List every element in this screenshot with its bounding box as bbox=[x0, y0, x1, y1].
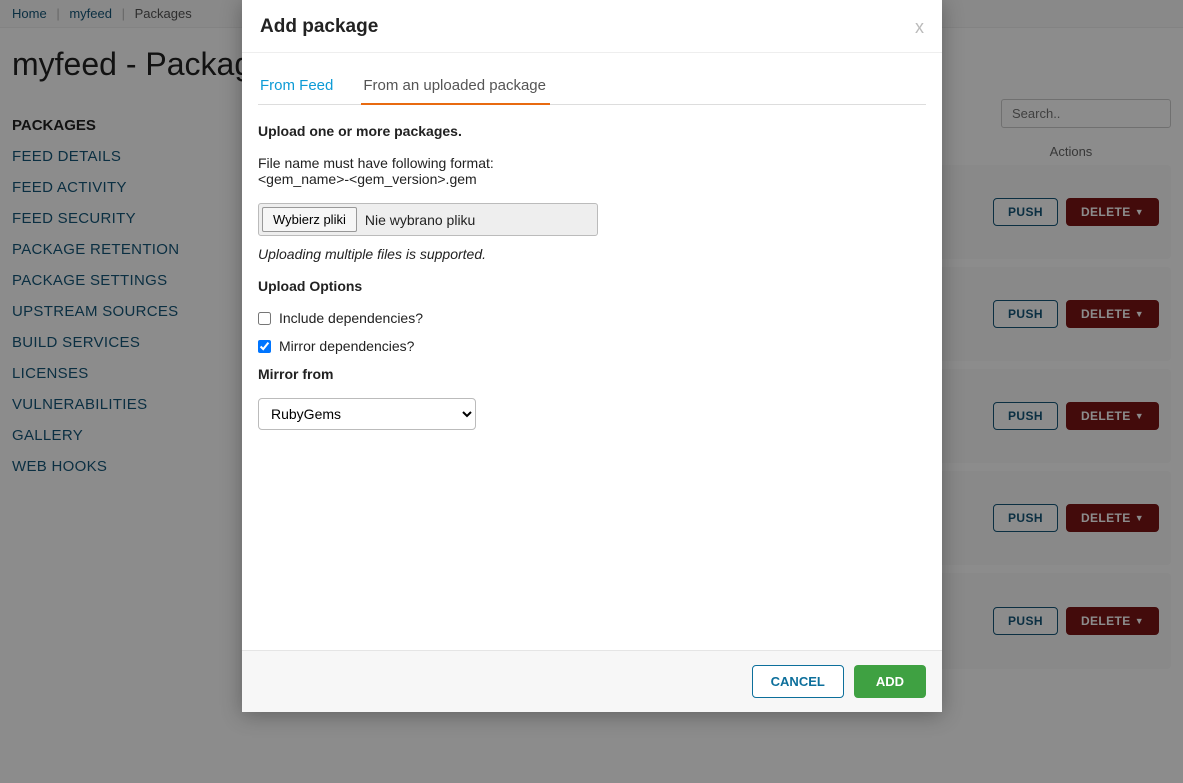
file-input[interactable]: Wybierz pliki Nie wybrano pliku bbox=[258, 203, 598, 236]
add-package-modal: Add package x From Feed From an uploaded… bbox=[242, 0, 942, 712]
include-dependencies-label: Include dependencies? bbox=[279, 310, 423, 326]
cancel-button[interactable]: CANCEL bbox=[752, 665, 844, 698]
close-icon[interactable]: x bbox=[915, 17, 924, 38]
include-dependencies-checkbox[interactable] bbox=[258, 312, 271, 325]
mirror-from-select[interactable]: RubyGems bbox=[258, 398, 476, 430]
file-status: Nie wybrano pliku bbox=[357, 212, 484, 228]
mirror-dependencies-label: Mirror dependencies? bbox=[279, 338, 414, 354]
choose-files-button[interactable]: Wybierz pliki bbox=[262, 207, 357, 232]
modal-title: Add package bbox=[260, 16, 378, 38]
tab-from-feed[interactable]: From Feed bbox=[258, 71, 335, 104]
add-button[interactable]: ADD bbox=[854, 665, 926, 698]
upload-heading: Upload one or more packages. bbox=[258, 123, 926, 139]
upload-options-label: Upload Options bbox=[258, 278, 926, 294]
filename-format: File name must have following format: <g… bbox=[258, 155, 926, 187]
mirror-dependencies-checkbox[interactable] bbox=[258, 340, 271, 353]
multi-upload-hint: Uploading multiple files is supported. bbox=[258, 246, 926, 262]
mirror-from-label: Mirror from bbox=[258, 366, 926, 382]
tab-from-upload[interactable]: From an uploaded package bbox=[361, 71, 548, 104]
